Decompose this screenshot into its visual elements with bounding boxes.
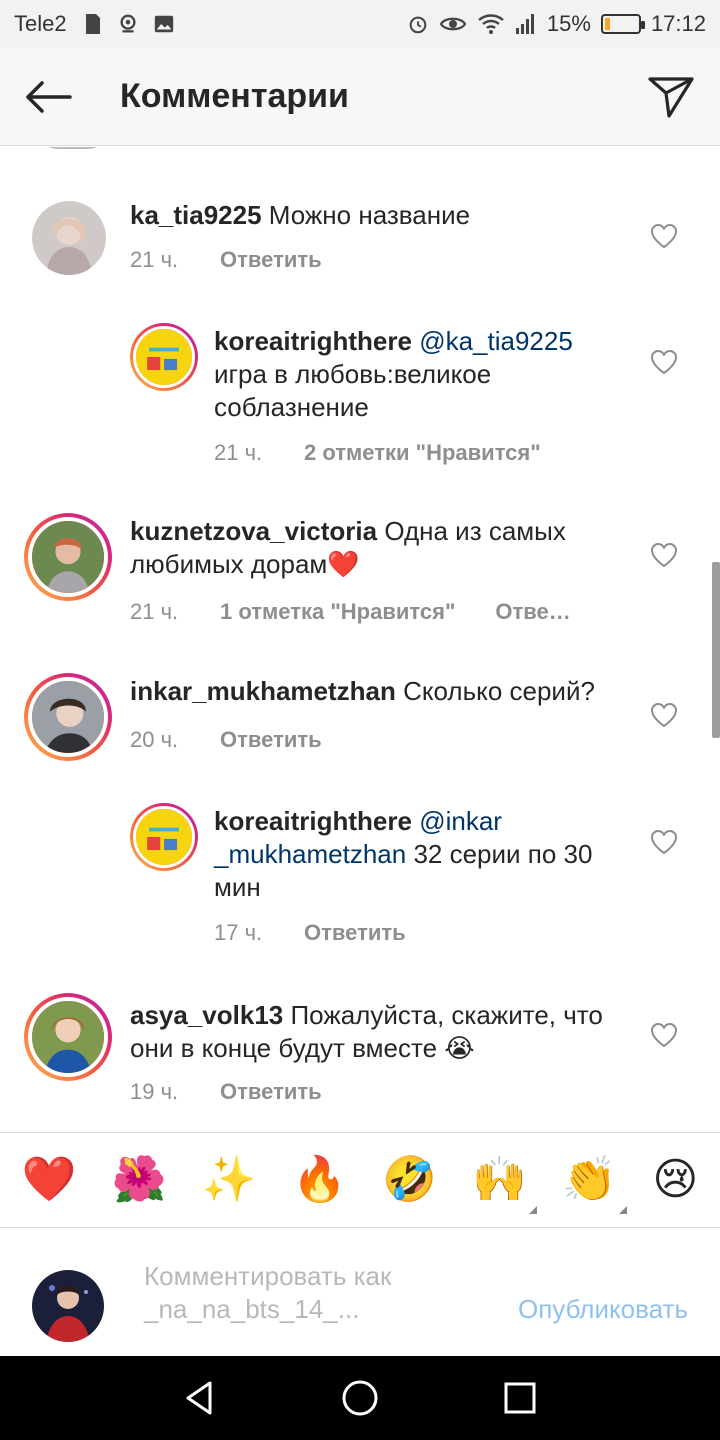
square-recents-icon[interactable] [500, 1378, 540, 1418]
comment-composer: Комментировать как _na_na_bts_14_... Опу… [0, 1228, 720, 1356]
emoji-rofl[interactable]: 🤣 [382, 1158, 437, 1202]
triangle-back-icon[interactable] [180, 1378, 220, 1418]
comment-username[interactable]: kuznetzova_victoria [130, 516, 377, 546]
comment-username[interactable]: asya_volk13 [130, 1000, 283, 1030]
like-heart-icon[interactable] [650, 349, 678, 375]
comment: ka_tia9225 Можно название 21 ч. Ответить [0, 177, 720, 307]
image-icon [153, 12, 175, 36]
avatar[interactable] [24, 993, 112, 1081]
comment-time: 19 ч. [130, 1079, 179, 1104]
app-header: Комментарии [0, 48, 720, 146]
clock: 17:12 [650, 11, 706, 36]
emoji-raised-hands[interactable]: 🙌 [472, 1155, 537, 1214]
emoji-quick-bar: ❤️ 🌺 ✨ 🔥 🤣 🙌 👏 😢 [0, 1132, 720, 1228]
comment-reply: koreaitrighthere @ka_tia9225 игра в любов… [0, 307, 720, 477]
my-avatar [32, 1270, 104, 1342]
comment-time: 17 ч. [214, 920, 263, 945]
system-nav-bar [0, 1356, 720, 1440]
likes-count-link[interactable]: 1 отметка "Нравится" [220, 599, 455, 625]
comment: inkar_mukhametzhan Сколько серий? 20 ч. … [0, 657, 720, 787]
comment-text: koreaitrighthere @ka_tia9225 игра в любов… [214, 325, 614, 424]
reply-button[interactable]: Ответить [304, 920, 406, 946]
like-heart-icon[interactable] [650, 829, 678, 855]
comment-text: kuznetzova_victoria Одна из самых любимы… [130, 515, 610, 581]
comment-text: asya_volk13 Пожалуйста, скажите, что они… [130, 999, 610, 1065]
comment-text: koreaitrighthere @inkar _mukhametzhan 32… [214, 805, 634, 904]
paper-plane-icon [648, 76, 694, 118]
avatar[interactable] [130, 323, 198, 391]
scrollbar[interactable] [712, 562, 720, 738]
publish-button[interactable]: Опубликовать [518, 1294, 688, 1325]
comment-meta: 20 ч. Ответить [130, 727, 362, 753]
likes-count-link[interactable]: 2 отметки "Нравится" [304, 440, 541, 466]
comment-meta: 17 ч. Ответить [214, 920, 446, 946]
emoji-fire[interactable]: 🔥 [292, 1158, 347, 1202]
variant-indicator-icon [529, 1206, 537, 1214]
like-heart-icon[interactable] [650, 1022, 678, 1048]
comment-time: 20 ч. [130, 727, 179, 752]
location-icon [117, 12, 139, 36]
battery-icon [600, 14, 645, 34]
emoji-glyph: 🙌 [472, 1155, 527, 1204]
comment-input[interactable]: Комментировать как _na_na_bts_14_... [144, 1260, 474, 1326]
like-heart-icon[interactable] [650, 223, 678, 249]
wifi-icon [477, 12, 505, 36]
circle-home-icon[interactable] [340, 1378, 380, 1418]
like-heart-icon[interactable] [650, 542, 678, 568]
comment-meta: 19 ч. Ответить [130, 1079, 362, 1105]
reply-button[interactable]: Отве… [495, 599, 570, 625]
comment-time: 21 ч. [214, 440, 263, 465]
comment-body: игра в любовь:великое соблазнение [214, 359, 492, 422]
reply-button[interactable]: Ответить [220, 1079, 322, 1105]
comment-username[interactable]: koreaitrighthere [214, 326, 412, 356]
reply-button[interactable]: Ответить [220, 727, 322, 753]
emoji-flower[interactable]: 🌺 [112, 1158, 167, 1202]
emoji-crying[interactable]: 😢 [652, 1158, 698, 1202]
previous-avatar-edge [36, 147, 110, 149]
comment-body: Можно название [261, 200, 471, 230]
avatar[interactable] [130, 803, 198, 871]
battery-percent: 15% [546, 11, 591, 36]
comment: asya_volk13 Пожалуйста, скажите, что они… [0, 977, 720, 1132]
comments-list[interactable]: ka_tia9225 Можно название 21 ч. Ответить… [0, 147, 720, 1132]
variant-indicator-icon [619, 1206, 628, 1214]
comment-meta: 21 ч. Ответить [130, 247, 362, 273]
avatar[interactable] [32, 201, 106, 275]
sdcard-icon [81, 12, 103, 36]
avatar[interactable] [24, 673, 112, 761]
comment-time: 21 ч. [130, 247, 179, 272]
comment-reply: koreaitrighthere @inkar _mukhametzhan 32… [0, 787, 720, 957]
emoji-sparkles[interactable]: ✨ [202, 1158, 257, 1202]
comment-username[interactable]: inkar_mukhametzhan [130, 676, 396, 706]
comment-meta: 21 ч. 1 отметка "Нравится" Отве… [130, 599, 611, 625]
avatar[interactable] [24, 513, 112, 601]
comment-meta: 21 ч. 2 отметки "Нравится" [214, 440, 581, 466]
comment-mention[interactable]: @ka_tia9225 [419, 326, 573, 356]
reply-button[interactable]: Ответить [220, 247, 322, 273]
page-title: Комментарии [120, 77, 349, 115]
comment-username[interactable]: ka_tia9225 [130, 200, 262, 230]
carrier-label: Tele2 [14, 11, 67, 36]
alarm-icon [407, 12, 429, 36]
comment: kuznetzova_victoria Одна из самых любимы… [0, 497, 720, 657]
emoji-clap[interactable]: 👏 [562, 1155, 628, 1214]
emoji-glyph: 👏 [562, 1155, 618, 1204]
back-button[interactable] [0, 48, 96, 146]
eye-icon [439, 12, 467, 36]
share-button[interactable] [622, 48, 720, 146]
like-heart-icon[interactable] [650, 702, 678, 728]
arrow-left-icon [26, 80, 72, 113]
emoji-heart[interactable]: ❤️ [22, 1158, 77, 1202]
comment-text: inkar_mukhametzhan Сколько серий? [130, 675, 610, 708]
comment-time: 21 ч. [130, 599, 179, 624]
signal-icon [515, 12, 537, 36]
comment-username[interactable]: koreaitrighthere [214, 806, 412, 836]
comment-body: Сколько серий? [395, 676, 595, 706]
status-bar: Tele2 15% 17:12 [0, 0, 720, 48]
comment-text: ka_tia9225 Можно название [130, 199, 610, 232]
